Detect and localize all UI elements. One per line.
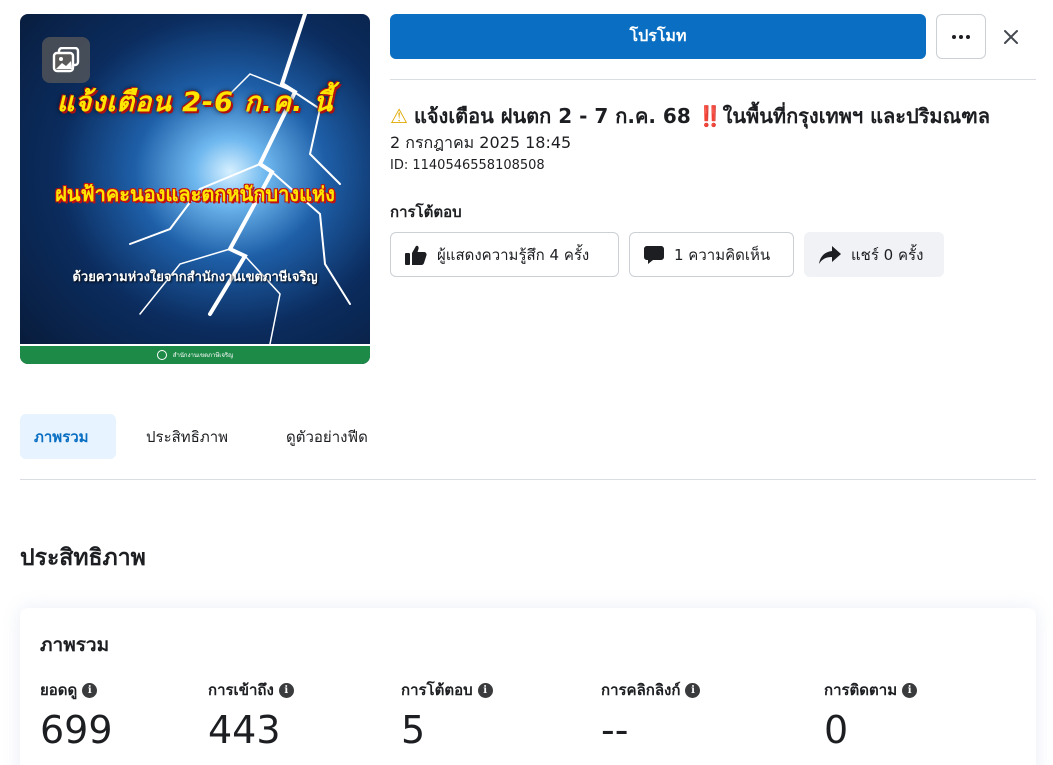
tab-overview[interactable]: ภาพรวม	[20, 414, 116, 459]
comments-label: 1 ความคิดเห็น	[674, 245, 771, 264]
share-icon	[819, 245, 841, 264]
info-icon[interactable]: i	[278, 682, 294, 698]
metric-label: การติดตาม	[824, 681, 898, 699]
more-options-button[interactable]	[936, 14, 986, 59]
image-caption: ด้วยความห่วงใยจากสำนักงานเขตภาษีเจริญ	[72, 270, 318, 285]
image-subheadline: ฝนฟ้าคะนองและตกหนักบางแห่ง	[55, 182, 335, 206]
metric-value: 699	[40, 708, 113, 752]
metric-value: 5	[401, 708, 426, 752]
metric-views: ยอดดู i 699	[40, 678, 113, 752]
office-seal-icon	[156, 350, 167, 360]
promote-button[interactable]: โปรโมท	[390, 14, 926, 59]
tab-performance[interactable]: ประสิทธิภาพ	[132, 414, 242, 459]
post-image[interactable]: แจ้งเตือน 2-6 ก.ค. นี้ ฝนฟ้าคะนองและตกหน…	[20, 14, 370, 364]
shares-button[interactable]: แชร์ 0 ครั้ง	[804, 232, 944, 277]
tabs-divider	[20, 479, 1036, 480]
post-id: ID: 1140546558108508	[390, 158, 545, 173]
comments-button[interactable]: 1 ความคิดเห็น	[629, 232, 794, 277]
overview-card-title: ภาพรวม	[40, 634, 110, 656]
shares-label: แชร์ 0 ครั้ง	[851, 245, 924, 264]
close-icon	[1004, 30, 1018, 44]
performance-section-title: ประสิทธิภาพ	[20, 545, 146, 571]
thumbs-up-icon	[405, 245, 427, 265]
interactions-heading: การโต้ตอบ	[390, 203, 462, 221]
metric-label: การคลิกลิงก์	[601, 681, 681, 699]
metric-interactions: การโต้ตอบ i 5	[401, 678, 493, 752]
metric-value: 0	[824, 708, 849, 752]
close-button[interactable]	[996, 22, 1026, 52]
metric-label: การเข้าถึง	[208, 681, 274, 699]
photo-album-icon	[42, 37, 90, 83]
more-options-icon	[952, 34, 970, 39]
header-divider	[390, 79, 1036, 80]
image-headline: แจ้งเตือน 2-6 ก.ค. นี้	[56, 87, 334, 118]
info-icon[interactable]: i	[477, 682, 493, 698]
metric-reach: การเข้าถึง i 443	[208, 678, 294, 752]
metric-follows: การติดตาม i 0	[824, 678, 918, 752]
comment-icon	[644, 245, 664, 264]
metric-link-clicks: การคลิกลิงก์ i --	[601, 678, 701, 752]
overview-card: ภาพรวม ยอดดู i 699 การเข้าถึง i 443 การโต้…	[20, 608, 1036, 765]
tab-feed-preview[interactable]: ดูตัวอย่างฟีด	[272, 414, 382, 459]
reactions-button[interactable]: ผู้แสดงความรู้สึก 4 ครั้ง	[390, 232, 619, 277]
image-footer-bar: สำนักงานเขตภาษีเจริญ	[20, 344, 370, 364]
metric-label: ยอดดู	[40, 681, 78, 699]
metric-label: การโต้ตอบ	[401, 681, 473, 699]
info-icon[interactable]: i	[82, 682, 98, 698]
warning-icon: ⚠	[390, 104, 408, 128]
post-title: ⚠ แจ้งเตือน ฝนตก 2 - 7 ก.ค. 68 ‼️ในพื้นที…	[390, 104, 991, 128]
image-footer-text: สำนักงานเขตภาษีเจริญ	[172, 352, 234, 359]
metric-value: 443	[208, 708, 281, 752]
metric-value: --	[601, 708, 629, 752]
post-date: 2 กรกฎาคม 2025 18:45	[390, 133, 572, 152]
reactions-label: ผู้แสดงความรู้สึก 4 ครั้ง	[437, 245, 590, 264]
info-icon[interactable]: i	[902, 682, 918, 698]
info-icon[interactable]: i	[685, 682, 701, 698]
